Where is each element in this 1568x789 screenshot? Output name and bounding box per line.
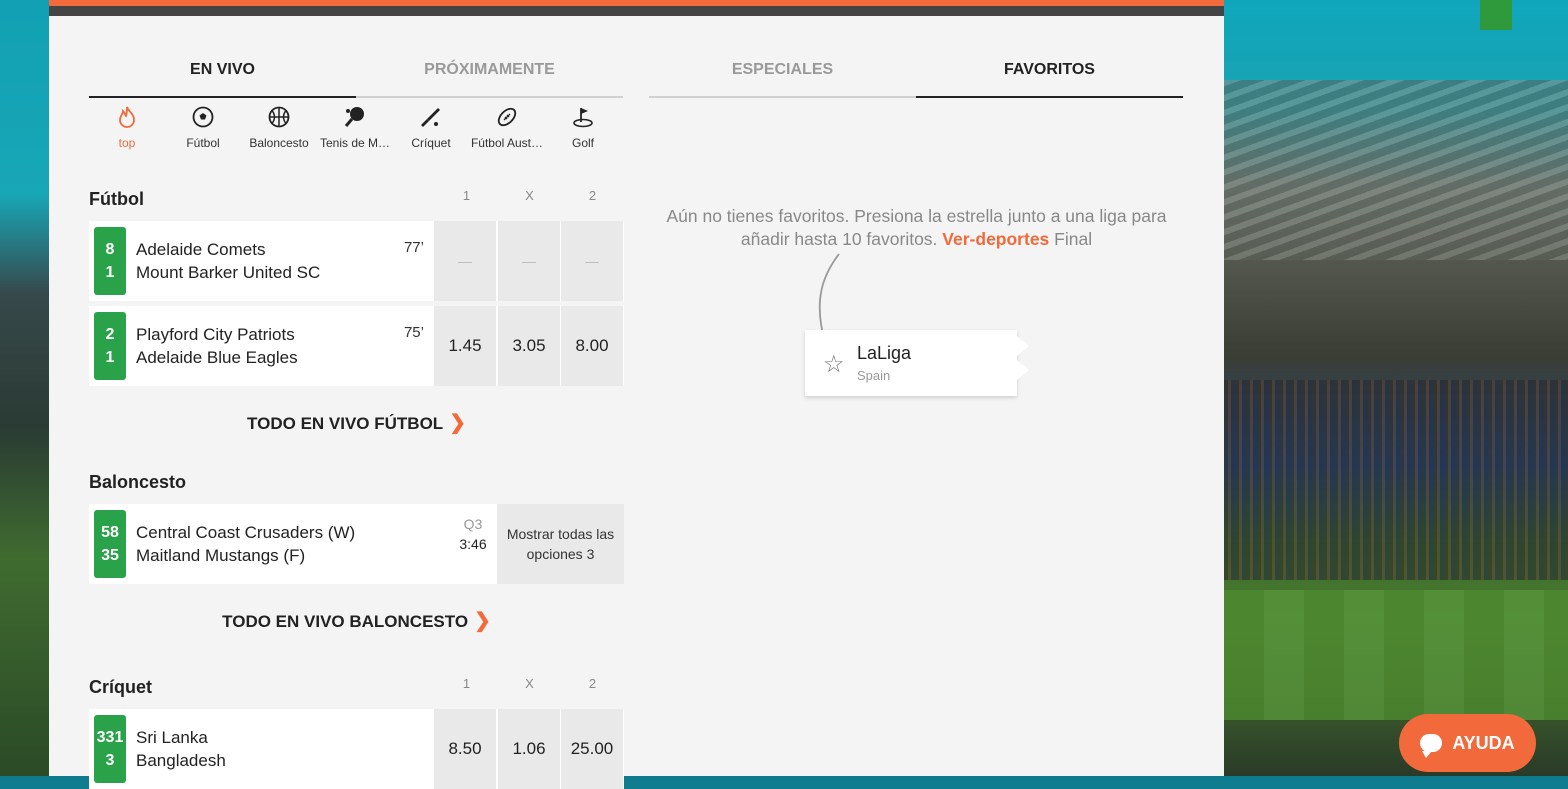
col-head-x: X — [525, 676, 534, 691]
section-title-criquet: Críquet — [89, 677, 152, 697]
live-score: 8 1 — [94, 227, 126, 295]
league-name: LaLiga — [857, 343, 912, 363]
see-all-baloncesto-link[interactable]: TODO EN VIVO BALONCESTO ❯ — [89, 608, 624, 633]
rugby-ball-icon — [494, 104, 520, 130]
star-icon[interactable]: ☆ — [823, 350, 845, 379]
col-head-1: 1 — [462, 188, 471, 203]
top-banner — [49, 0, 1224, 16]
odd-x[interactable]: 3.05 — [498, 306, 560, 386]
team-away: Adelaide Blue Eagles — [136, 348, 298, 367]
stadium-roof — [1224, 80, 1568, 260]
match-row[interactable]: 58 35 Central Coast Crusaders (W) Maitla… — [89, 504, 624, 584]
favorites-empty-message: Aún no tienes favoritos. Presiona la est… — [666, 206, 1167, 249]
odd-x[interactable]: 1.06 — [498, 709, 560, 789]
quarter-label: Q3 — [463, 516, 483, 532]
table-tennis-icon — [342, 104, 368, 130]
odd-1[interactable]: 1.45 — [434, 306, 496, 386]
basketball-icon — [266, 104, 292, 130]
section-title-futbol: Fútbol — [89, 189, 144, 209]
col-head-2: 2 — [588, 676, 597, 691]
match-time: 77’ — [403, 239, 424, 256]
live-tabs: EN VIVO PRÓXIMAMENTE — [89, 44, 624, 98]
section-title-baloncesto: Baloncesto — [89, 472, 187, 492]
sport-filter-baloncesto[interactable]: Baloncesto — [241, 104, 317, 150]
team-away: Maitland Mustangs (F) — [136, 546, 306, 565]
match-teams: Adelaide Comets Mount Barker United SC — [136, 238, 320, 284]
odd-2[interactable]: 8.00 — [561, 306, 623, 386]
sport-filter-criquet[interactable]: Críquet — [393, 104, 469, 150]
col-head-x: X — [525, 188, 534, 203]
sport-filter-golf[interactable]: Golf — [545, 104, 621, 150]
match-row[interactable]: 2 1 Playford City Patriots Adelaide Blue… — [89, 306, 624, 386]
chevron-right-icon: ❯ — [474, 610, 491, 632]
chat-bubble-icon — [1420, 734, 1443, 758]
ver-deportes-link[interactable]: Ver-deportes — [942, 229, 1049, 249]
live-score: 2 1 — [94, 312, 126, 380]
soccer-ball-icon — [190, 104, 216, 130]
stadium-crowd — [1224, 380, 1568, 580]
sport-filter-top[interactable]: top — [89, 104, 165, 150]
stadium-pitch — [1224, 590, 1568, 720]
match-row[interactable]: 8 1 Adelaide Comets Mount Barker United … — [89, 221, 624, 301]
golf-icon — [570, 104, 596, 130]
sport-filter-bar: top Fútbol Baloncesto Tenis de M… Críque… — [89, 104, 624, 150]
odd-2[interactable]: 25.00 — [561, 709, 623, 789]
match-teams: Sri Lanka Bangladesh — [136, 726, 226, 772]
odd-x[interactable]: — — [498, 221, 560, 301]
team-away: Bangladesh — [136, 751, 226, 770]
live-score: 331 3 — [94, 715, 126, 783]
live-score: 58 35 — [94, 510, 126, 578]
col-head-2: 2 — [588, 188, 597, 203]
see-all-futbol-link[interactable]: TODO EN VIVO FÚTBOL ❯ — [89, 410, 624, 435]
tab-en-vivo[interactable]: EN VIVO — [89, 44, 356, 98]
background-left — [0, 0, 49, 776]
odd-1[interactable]: 8.50 — [434, 709, 496, 789]
tab-favoritos[interactable]: FAVORITOS — [916, 44, 1183, 98]
sport-filter-tenis-de-mesa[interactable]: Tenis de M… — [317, 104, 393, 150]
match-teams: Central Coast Crusaders (W) Maitland Mus… — [136, 521, 355, 567]
background-stadium — [1224, 0, 1568, 776]
show-all-options-button[interactable]: Mostrar todas las opciones 3 — [497, 504, 624, 584]
fire-icon — [114, 104, 140, 130]
team-home: Central Coast Crusaders (W) — [136, 523, 356, 542]
main-panel: EN VIVO PRÓXIMAMENTE ESPECIALES FAVORITO… — [49, 0, 1224, 789]
odd-1[interactable]: — — [434, 221, 496, 301]
team-home: Playford City Patriots — [136, 325, 295, 344]
match-time: 75’ — [403, 324, 424, 341]
team-away: Mount Barker United SC — [136, 263, 321, 282]
team-home: Sri Lanka — [136, 728, 208, 747]
team-home: Adelaide Comets — [136, 240, 266, 259]
match-row[interactable]: 331 3 Sri Lanka Bangladesh 8.50 1.06 25.… — [89, 709, 624, 789]
sport-filter-futbol[interactable]: Fútbol — [165, 104, 241, 150]
sport-filter-futbol-australiano[interactable]: Fútbol Aust… — [469, 104, 545, 150]
cricket-bat-icon — [418, 104, 444, 130]
help-button[interactable]: AYUDA — [1399, 714, 1536, 772]
odd-2[interactable]: — — [561, 221, 623, 301]
league-country: Spain — [857, 368, 891, 383]
tab-especiales[interactable]: ESPECIALES — [649, 44, 916, 98]
extra-tabs: ESPECIALES FAVORITOS — [649, 44, 1184, 98]
background-flag — [1480, 0, 1512, 30]
tab-proximamente[interactable]: PRÓXIMAMENTE — [356, 44, 623, 98]
match-time: 3:46 — [459, 536, 487, 552]
chevron-right-icon: ❯ — [449, 412, 466, 434]
match-teams: Playford City Patriots Adelaide Blue Eag… — [136, 323, 298, 369]
col-head-1: 1 — [462, 676, 471, 691]
example-league-card: ☆ LaLiga Spain — [805, 330, 1029, 396]
match-period: Q3 3:46 — [451, 514, 495, 554]
